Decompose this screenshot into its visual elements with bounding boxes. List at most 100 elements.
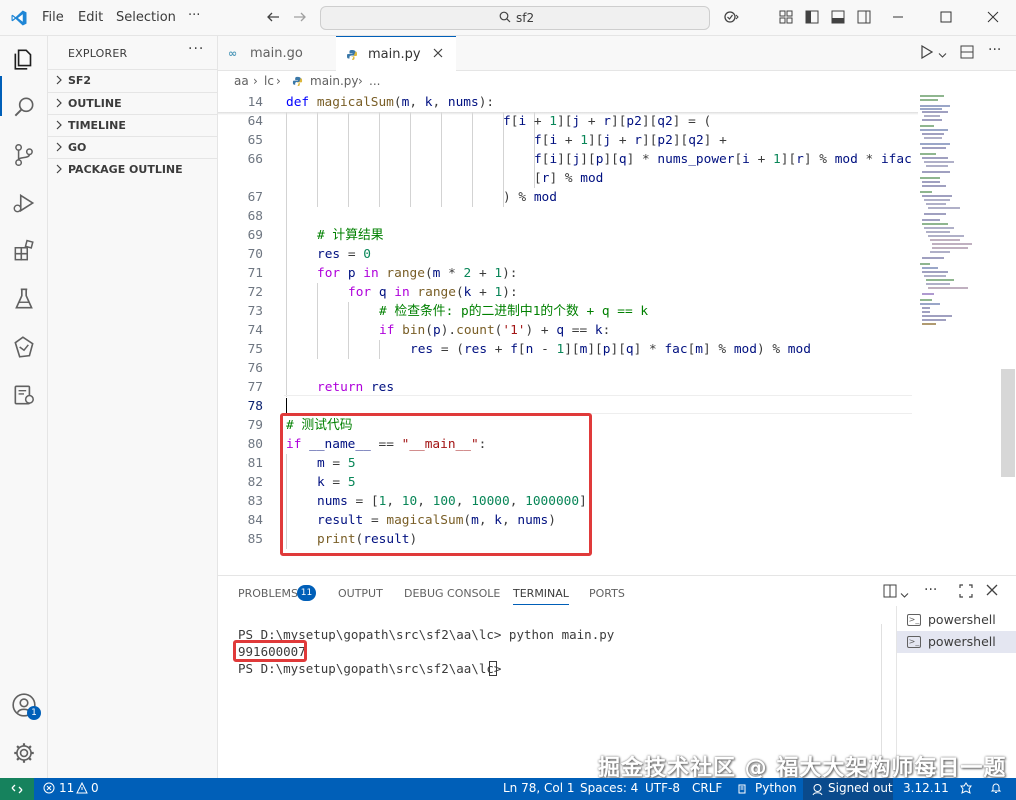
- split-editor-icon[interactable]: [960, 45, 974, 63]
- back-arrow-icon[interactable]: [264, 9, 282, 27]
- split-terminal-icon[interactable]: [883, 584, 897, 602]
- toggle-sidebar-icon[interactable]: [803, 9, 821, 27]
- chevron-right-icon: [56, 75, 62, 85]
- close-window-button[interactable]: [982, 8, 1004, 28]
- tab-main-go[interactable]: ∞ main.go: [218, 36, 336, 71]
- breadcrumb-item[interactable]: main.py: [310, 74, 359, 88]
- explorer-icon[interactable]: [11, 46, 37, 72]
- menu-selection[interactable]: Selection: [116, 10, 176, 25]
- breadcrumb-item[interactable]: aa: [234, 74, 249, 88]
- extensions-icon[interactable]: [11, 238, 37, 264]
- remote-indicator[interactable]: [0, 778, 34, 800]
- search-icon[interactable]: [11, 94, 37, 120]
- sidebar-section-go[interactable]: GO: [48, 136, 217, 158]
- breadcrumb-separator: ›: [358, 74, 363, 88]
- minimap[interactable]: [918, 93, 1000, 575]
- maximize-button[interactable]: [935, 8, 957, 28]
- python-version[interactable]: 3.12.11: [903, 781, 949, 795]
- code-line: f[i][j][p][q] * nums_power[i + 1][r] % m…: [534, 152, 912, 167]
- docker-extension-icon[interactable]: [11, 382, 37, 408]
- tab-main-py[interactable]: main.py: [336, 36, 456, 72]
- indent-guide: [410, 112, 411, 207]
- tab-debug-console[interactable]: DEBUG CONSOLE: [404, 587, 500, 600]
- accounts-badge: 1: [27, 706, 41, 720]
- chevron-down-icon[interactable]: [938, 48, 947, 64]
- signed-out-status[interactable]: Signed out: [803, 778, 893, 800]
- editor-scrollbar-thumb[interactable]: [1001, 369, 1015, 477]
- cursor-position[interactable]: Ln 78, Col 1: [503, 781, 575, 795]
- more-actions-button[interactable]: ···: [988, 42, 1001, 58]
- sidebar-section-timeline[interactable]: TIMELINE: [48, 114, 217, 136]
- highlight-box-output: [233, 640, 307, 662]
- terminal-more-actions-button[interactable]: ···: [924, 582, 937, 598]
- warnings-count[interactable]: 0: [91, 781, 99, 795]
- testing-flask-icon[interactable]: [11, 286, 37, 312]
- customize-layout-icon[interactable]: [777, 9, 795, 27]
- line-number: 79: [247, 418, 263, 433]
- bottom-panel: PROBLEMS 11 OUTPUT DEBUG CONSOLE TERMINA…: [218, 575, 1016, 779]
- current-line-highlight: [284, 395, 912, 414]
- encoding[interactable]: UTF-8: [645, 781, 680, 795]
- sticky-scroll-header[interactable]: 14 def magicalSum(m, k, nums):: [218, 93, 918, 112]
- toggle-secondary-sidebar-icon[interactable]: [855, 9, 873, 27]
- line-endings[interactable]: CRLF: [692, 781, 722, 795]
- run-python-file-icon[interactable]: [921, 44, 934, 63]
- terminal-icon: >_: [907, 614, 921, 626]
- copilot-settings-icon[interactable]: [722, 9, 740, 27]
- sidebar-more-actions-button[interactable]: ···: [188, 41, 204, 57]
- chevron-down-icon[interactable]: [900, 588, 909, 604]
- layout-icon[interactable]: [960, 782, 972, 797]
- code-editor[interactable]: 64 f[i + 1][j + r][p2][q2] = ( 65 f[i + 1]…: [218, 93, 1016, 575]
- line-number: 74: [247, 323, 263, 338]
- copilot-icon: [812, 784, 823, 796]
- tab-problems[interactable]: PROBLEMS: [238, 587, 298, 600]
- close-tab-icon[interactable]: [433, 46, 443, 62]
- tab-ports[interactable]: PORTS: [589, 587, 625, 600]
- forward-arrow-icon[interactable]: [291, 9, 309, 27]
- tab-terminal[interactable]: TERMINAL: [513, 587, 569, 605]
- terminal-list-item[interactable]: >_ powershell: [897, 631, 1016, 653]
- maximize-panel-icon[interactable]: [959, 584, 973, 602]
- source-control-icon[interactable]: [11, 142, 37, 168]
- breadcrumb-item[interactable]: ...: [369, 74, 380, 88]
- menu-file[interactable]: File: [42, 10, 64, 25]
- terminal-icon: >_: [907, 636, 921, 648]
- close-panel-icon[interactable]: [986, 584, 998, 600]
- warnings-icon[interactable]: [76, 781, 88, 797]
- run-debug-icon[interactable]: [11, 190, 37, 216]
- problems-count-badge: 11: [297, 585, 316, 601]
- menu-more-button[interactable]: ···: [188, 8, 200, 23]
- tab-output[interactable]: OUTPUT: [338, 587, 383, 600]
- terminal-list-label: powershell: [928, 612, 996, 627]
- minimize-button[interactable]: [887, 8, 909, 28]
- remote-icon: [11, 784, 23, 794]
- terminal-list-item[interactable]: >_ powershell: [897, 609, 1016, 631]
- tab-label: main.go: [250, 46, 303, 61]
- line-number: 85: [247, 532, 263, 547]
- manage-gear-icon[interactable]: [11, 740, 37, 766]
- line-number: 81: [247, 456, 263, 471]
- line-number: 75: [247, 342, 263, 357]
- line-number: 71: [247, 266, 263, 281]
- notifications-bell-icon[interactable]: [990, 782, 1002, 797]
- terminal-cursor: [489, 661, 497, 676]
- toggle-panel-icon[interactable]: [829, 9, 847, 27]
- command-center-search[interactable]: sf2: [320, 6, 710, 30]
- indent-guide: [348, 112, 349, 207]
- remote-explorer-icon[interactable]: [11, 334, 37, 360]
- sidebar-section-outline[interactable]: OUTLINE: [48, 92, 217, 114]
- sidebar-section-package-outline[interactable]: PACKAGE OUTLINE: [48, 158, 217, 180]
- search-text: sf2: [516, 11, 535, 25]
- editor-tabs: ∞ main.go main.py ···: [218, 36, 1016, 72]
- line-number: 68: [247, 209, 263, 224]
- language-mode[interactable]: Python: [755, 781, 797, 795]
- code-line: ) % mod: [503, 190, 557, 205]
- breadcrumb-item[interactable]: lc: [264, 74, 274, 88]
- menu-edit[interactable]: Edit: [78, 10, 103, 25]
- indentation[interactable]: Spaces: 4: [580, 781, 638, 795]
- errors-count[interactable]: 11: [59, 781, 74, 795]
- errors-icon[interactable]: [43, 782, 55, 797]
- code-line: f[i + 1][j + r][p2][q2] +: [534, 133, 727, 148]
- sidebar-section-sf2[interactable]: SF2: [48, 69, 217, 91]
- code-comment: # 计算结果: [317, 228, 384, 243]
